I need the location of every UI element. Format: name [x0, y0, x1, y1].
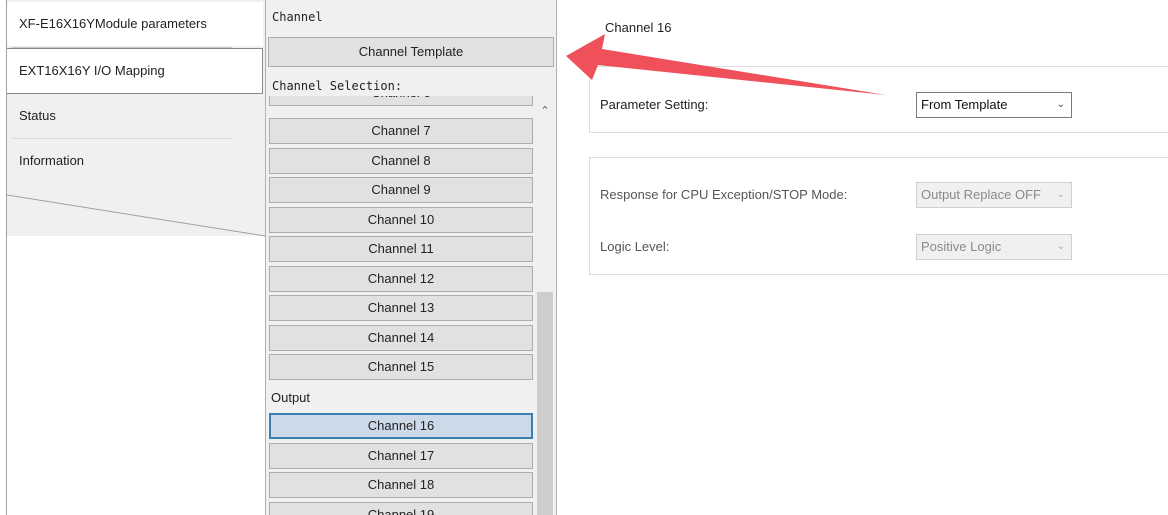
channel-panel: Channel Channel Template Channel Selecti… — [265, 0, 557, 515]
output-behavior-group: Response for CPU Exception/STOP Mode: Ou… — [589, 157, 1168, 275]
output-group-label: Output — [271, 390, 311, 405]
channel-list: Channel 6 Channel 7 Channel 8 Channel 9 … — [268, 96, 536, 515]
channel-button-selected[interactable]: Channel 16 — [269, 413, 533, 439]
parameter-setting-value: From Template — [921, 97, 1008, 112]
chevron-down-icon: ⌄ — [1056, 189, 1065, 200]
channel-button[interactable]: Channel 7 — [269, 118, 533, 144]
channel-button[interactable]: Channel 14 — [269, 325, 533, 351]
channel-button[interactable]: Channel 10 — [269, 207, 533, 233]
module-nav: XF-E16X16YModule parameters EXT16X16Y I/… — [0, 0, 265, 515]
channel-button[interactable]: Channel 12 — [269, 266, 533, 292]
logic-level-value: Positive Logic — [921, 239, 1002, 254]
nav-item-information[interactable]: Information — [7, 139, 263, 183]
logic-level-label: Logic Level: — [600, 239, 670, 254]
nav-item-module-parameters[interactable]: XF-E16X16YModule parameters — [7, 2, 263, 46]
channel-button[interactable]: Channel 17 — [269, 443, 533, 469]
channel-button[interactable]: Channel 19 — [269, 502, 533, 515]
chevron-down-icon: ⌄ — [1056, 241, 1065, 252]
channel-heading: Channel 16 — [605, 20, 672, 35]
channel-button[interactable]: Channel 9 — [269, 177, 533, 203]
channel-panel-title: Channel — [272, 10, 323, 24]
cpu-exception-value: Output Replace OFF — [921, 187, 1041, 202]
channel-button[interactable]: Channel 18 — [269, 472, 533, 498]
channel-template-button[interactable]: Channel Template — [268, 37, 554, 67]
parameter-setting-dropdown[interactable]: From Template ⌄ — [916, 92, 1072, 118]
chevron-up-icon[interactable]: ⌃ — [536, 104, 554, 118]
nav-diagonal-edge — [7, 180, 265, 237]
nav-item-status[interactable]: Status — [7, 94, 263, 138]
cpu-exception-dropdown[interactable]: Output Replace OFF ⌄ — [916, 182, 1072, 208]
channel-button[interactable]: Channel 6 — [269, 96, 533, 106]
channel-button[interactable]: Channel 8 — [269, 148, 533, 174]
channel-list-scrollbar[interactable]: ⌃ — [536, 96, 554, 515]
parameter-setting-label: Parameter Setting: — [600, 97, 709, 112]
chevron-down-icon: ⌄ — [1056, 99, 1065, 110]
channel-button[interactable]: Channel 11 — [269, 236, 533, 262]
channel-button[interactable]: Channel 13 — [269, 295, 533, 321]
nav-item-io-mapping[interactable]: EXT16X16Y I/O Mapping — [7, 48, 263, 94]
logic-level-dropdown[interactable]: Positive Logic ⌄ — [916, 234, 1072, 260]
scrollbar-thumb[interactable] — [537, 292, 553, 515]
channel-button[interactable]: Channel 15 — [269, 354, 533, 380]
channel-selection-label: Channel Selection: — [272, 79, 403, 93]
cpu-exception-label: Response for CPU Exception/STOP Mode: — [600, 187, 848, 202]
parameter-setting-group: Parameter Setting: From Template ⌄ — [589, 66, 1168, 133]
